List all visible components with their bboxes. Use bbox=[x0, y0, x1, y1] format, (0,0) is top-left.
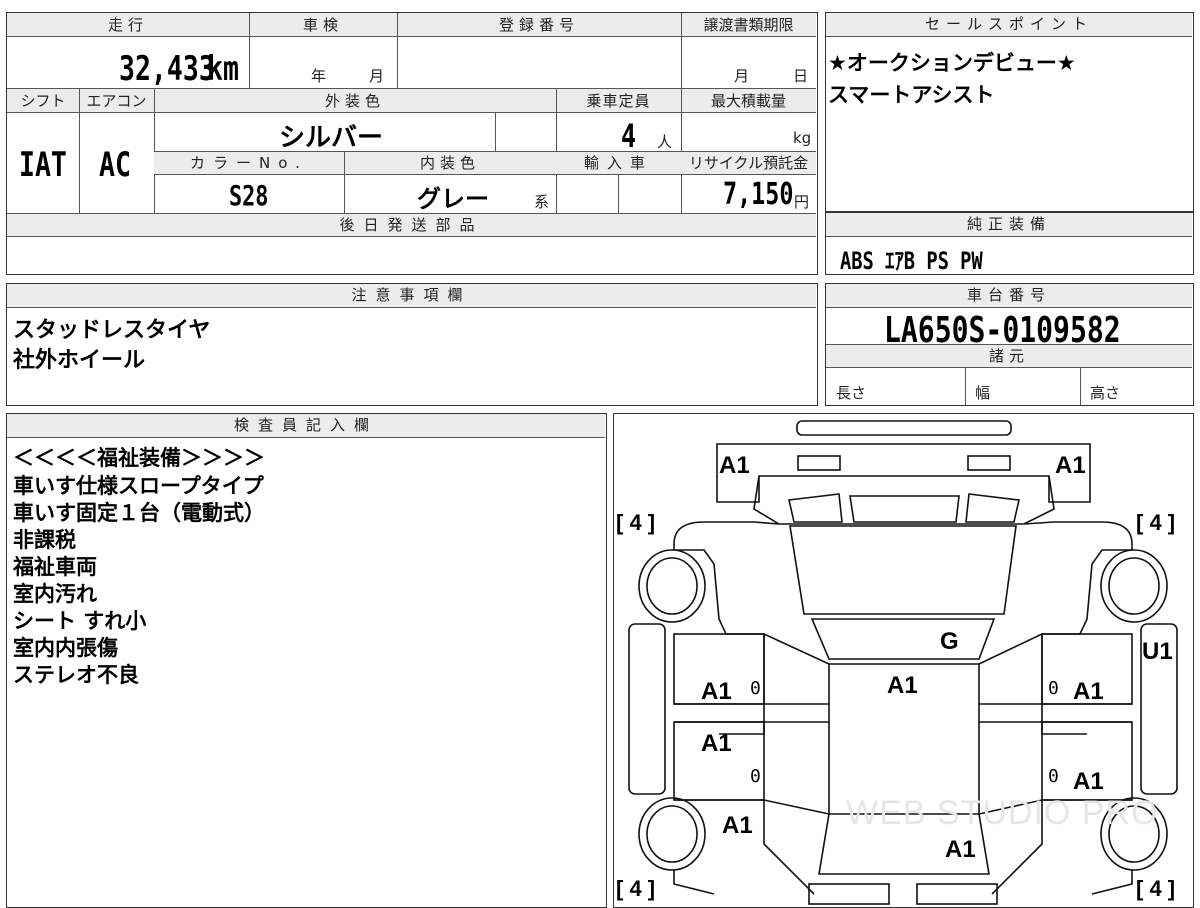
interior-color-label: 内装色 bbox=[419, 154, 480, 172]
transfer-day: 日 bbox=[793, 67, 809, 85]
inspector-line-8: 室内内張傷 bbox=[13, 636, 118, 660]
chassis-header: 車台番号 bbox=[826, 284, 1192, 308]
zero-mark-4: 0 bbox=[1048, 766, 1059, 787]
damage-front-right: A1 bbox=[1055, 452, 1086, 479]
recycle-unit: 円 bbox=[794, 193, 810, 211]
ac-label: エアコン bbox=[86, 92, 147, 110]
interior-color-suffix: 系 bbox=[534, 193, 550, 211]
notes-panel: 注意事項欄 スタッドレスタイヤ 社外ホイール bbox=[6, 283, 818, 406]
vehicle-info-panel: 走行 車検 登録番号 譲渡書類期限 32,433 km 年 月 月 日 シフト … bbox=[6, 12, 818, 275]
import-label: 輸入車 bbox=[583, 154, 653, 172]
damage-front-left: A1 bbox=[719, 452, 750, 479]
spec-header: 諸元 bbox=[988, 347, 1029, 365]
inspector-line-7: シート すれ小 bbox=[13, 609, 147, 633]
inspection-month: 月 bbox=[369, 67, 385, 85]
chassis-panel: 車台番号 LA650S-0109582 諸元 長さ 幅 高さ bbox=[825, 283, 1194, 406]
damage-left-front-door: A1 bbox=[701, 678, 732, 705]
notes-line-1: スタッドレスタイヤ bbox=[13, 318, 211, 343]
mileage-unit: km bbox=[207, 49, 239, 89]
inspector-line-1: ＜＜＜＜福祉装備＞＞＞＞ bbox=[13, 446, 265, 470]
exterior-color-value: シルバー bbox=[279, 123, 384, 153]
damage-windshield: G bbox=[940, 628, 959, 655]
inspector-panel: 検査員記入欄 ＜＜＜＜福祉装備＞＞＞＞ 車いす仕様スロープタイプ 車いす固定１台… bbox=[6, 413, 607, 908]
notes-line-2: 社外ホイール bbox=[13, 348, 146, 373]
notes-header: 注意事項欄 bbox=[7, 284, 816, 308]
height-label: 高さ bbox=[1090, 384, 1121, 402]
zero-mark-1: 0 bbox=[750, 678, 761, 699]
max-load-label: 最大積載量 bbox=[710, 92, 786, 110]
inspector-line-5: 福祉車両 bbox=[13, 555, 97, 579]
ac-value: AC bbox=[99, 145, 131, 185]
max-load-unit: kg bbox=[793, 129, 812, 147]
zero-mark-2: 0 bbox=[750, 766, 761, 787]
inspector-line-3: 車いす固定１台（電動式） bbox=[13, 501, 265, 525]
registration-label: 登録番号 bbox=[498, 16, 579, 34]
sales-points-panel: セールスポイント ★オークションデビュー★ スマートアシスト bbox=[825, 12, 1194, 212]
damage-right-side: U1 bbox=[1142, 638, 1173, 665]
recycle-label: リサイクル預託金 bbox=[688, 154, 809, 172]
color-no-label: カラーNo. bbox=[190, 154, 308, 172]
sales-point-line-1: ★オークションデビュー★ bbox=[828, 51, 1076, 75]
tire-condition-front-right: [ 4 ] bbox=[1136, 510, 1176, 535]
tire-condition-rear-left: [ 4 ] bbox=[616, 876, 656, 901]
capacity-unit: 人 bbox=[657, 133, 673, 151]
damage-left-rear-door: A1 bbox=[701, 730, 732, 757]
damage-right-front-door: A1 bbox=[1073, 678, 1104, 705]
exterior-color-label: 外装色 bbox=[324, 92, 385, 110]
inspector-line-4: 非課税 bbox=[13, 528, 76, 552]
shift-value: IAT bbox=[19, 145, 67, 185]
sales-points-header: セールスポイント bbox=[826, 13, 1192, 37]
mileage-label: 走行 bbox=[107, 16, 148, 34]
zero-mark-3: 0 bbox=[1048, 678, 1059, 699]
inspector-line-9: ステレオ不良 bbox=[13, 663, 139, 687]
watermark: WEB STUDIO PRO bbox=[846, 794, 1159, 832]
sales-point-line-2: スマートアシスト bbox=[828, 83, 995, 107]
damage-rear-hatch: A1 bbox=[945, 836, 976, 863]
genuine-equipment-panel: 純正装備 ABS ｴｱB PS PW bbox=[825, 212, 1194, 275]
genuine-equipment-value: ABS ｴｱB PS PW bbox=[840, 247, 983, 275]
tire-condition-front-left: [ 4 ] bbox=[616, 510, 656, 535]
capacity-value: 4 bbox=[621, 117, 637, 155]
width-label: 幅 bbox=[975, 384, 991, 402]
inspector-line-6: 室内汚れ bbox=[13, 582, 97, 606]
inspector-line-2: 車いす仕様スロープタイプ bbox=[13, 474, 264, 498]
damage-left-rear-quarter: A1 bbox=[722, 812, 753, 839]
mileage-value: 32,433 bbox=[119, 49, 215, 89]
genuine-equipment-header: 純正装備 bbox=[826, 213, 1192, 237]
car-diagram-panel: WEB STUDIO PRO [ 4 ] [ 4 ] [ 4 ] [ 4 ] A… bbox=[613, 413, 1194, 908]
transfer-month: 月 bbox=[734, 67, 750, 85]
inspector-header: 検査員記入欄 bbox=[7, 414, 605, 438]
interior-color-value: グレー bbox=[417, 185, 489, 213]
capacity-label: 乗車定員 bbox=[586, 92, 651, 110]
damage-roof: A1 bbox=[887, 672, 918, 699]
transfer-deadline-label: 譲渡書類期限 bbox=[703, 16, 794, 34]
inspection-label: 車検 bbox=[302, 16, 343, 34]
length-label: 長さ bbox=[836, 384, 867, 402]
damage-right-rear-door: A1 bbox=[1073, 768, 1104, 795]
color-no-value: S28 bbox=[229, 179, 269, 212]
later-parts-label: 後日発送部品 bbox=[339, 216, 484, 234]
recycle-value: 7,150 bbox=[723, 177, 794, 212]
inspection-year: 年 bbox=[311, 67, 327, 85]
tire-condition-rear-right: [ 4 ] bbox=[1136, 876, 1176, 901]
shift-label: シフト bbox=[20, 92, 66, 110]
